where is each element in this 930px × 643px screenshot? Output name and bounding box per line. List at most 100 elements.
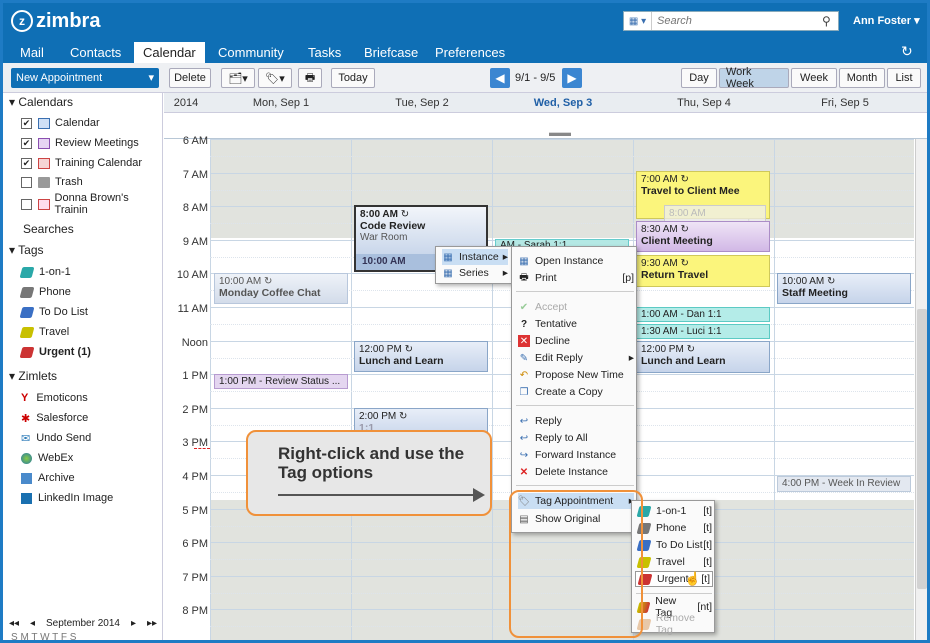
zimlet-linkedin-image[interactable]: LinkedIn Image	[21, 490, 113, 506]
user-menu[interactable]: Ann Foster ▾	[853, 14, 920, 27]
zimlet-undo-send[interactable]: ✉ Undo Send	[21, 430, 91, 446]
sidebar-item-trash[interactable]: Trash	[21, 174, 83, 190]
prev-year-icon[interactable]: ◂◂	[9, 618, 19, 629]
delete-button[interactable]: Delete	[169, 68, 211, 88]
zimlet-webex[interactable]: WebEx	[21, 450, 73, 466]
menu-item-delete-instance[interactable]: ✕ Delete Instance	[518, 464, 608, 480]
tab-preferences[interactable]: Preferences	[426, 42, 514, 63]
search-icon[interactable]: ⚲	[822, 14, 838, 28]
more-events-indicator[interactable]: ▬▬	[549, 127, 571, 139]
zimlet-label: Archive	[38, 472, 75, 484]
checkbox[interactable]	[21, 198, 32, 210]
event-week-in-review[interactable]: 4:00 PM - Week In Review	[777, 476, 911, 492]
view-work-week-button[interactable]: Work Week	[719, 66, 789, 90]
event-lunch-and-learn-thu[interactable]: 12:00 PM ↻ Lunch and Learn	[636, 341, 770, 373]
print-button[interactable]: 🖶	[298, 68, 322, 88]
event-monday-coffee-chat[interactable]: 10:00 AM ↻ Monday Coffee Chat	[214, 273, 348, 304]
menu-item-decline[interactable]: ✕ Decline	[518, 333, 570, 349]
sidebar-item-calendar[interactable]: ✔ Calendar	[21, 115, 100, 131]
search-box[interactable]: ▦ ▾ ⚲	[623, 11, 839, 31]
event-return-travel[interactable]: 9:30 AM ↻ Return Travel	[636, 255, 770, 287]
sidebar-item-review-meetings[interactable]: ✔ Review Meetings	[21, 135, 139, 151]
sidebar-item-shared-calendar[interactable]: Donna Brown's Trainin	[21, 192, 162, 216]
zimlet-emoticons[interactable]: Y Emoticons	[21, 390, 88, 406]
tab-tasks[interactable]: Tasks	[299, 42, 350, 63]
event-staff-meeting[interactable]: 10:00 AM ↻ Staff Meeting	[777, 273, 911, 304]
view-day-button[interactable]: Day	[681, 68, 717, 88]
tab-contacts[interactable]: Contacts	[61, 42, 130, 63]
menu-item-tentative[interactable]: ? Tentative	[518, 316, 577, 332]
calendar-scrollbar[interactable]	[915, 139, 927, 640]
tab-calendar[interactable]: Calendar	[134, 42, 205, 63]
day-header-wed[interactable]: Wed, Sep 3	[493, 97, 633, 109]
tag-menu-item-urgent[interactable]: Urgent ☝ [t]	[635, 571, 713, 587]
menu-item-instance[interactable]: ▦ Instance ▸	[442, 249, 508, 265]
new-appointment-button[interactable]: New Appointment ▾	[11, 68, 159, 88]
search-input[interactable]	[652, 15, 822, 27]
tag-menu-item-phone[interactable]: Phone [t]	[636, 520, 712, 536]
event-review-status[interactable]: 1:00 PM - Review Status ...	[214, 374, 348, 389]
checkbox[interactable]: ✔	[21, 117, 32, 129]
refresh-icon[interactable]: ↻	[901, 43, 913, 60]
sidebar-tag-phone[interactable]: Phone	[19, 284, 71, 300]
view-list-button[interactable]: List	[887, 68, 921, 88]
sidebar-tag-urgent[interactable]: Urgent (1)	[19, 344, 91, 360]
chevron-down-icon[interactable]: ▾	[148, 71, 154, 84]
menu-item-accept[interactable]: ✔ Accept	[518, 299, 567, 315]
tab-mail[interactable]: Mail	[11, 42, 53, 63]
menu-item-propose-new-time[interactable]: ↶ Propose New Time	[518, 367, 624, 383]
zimlet-archive[interactable]: Archive	[21, 470, 75, 486]
next-week-button[interactable]: ▶	[562, 68, 582, 88]
menu-item-open-instance[interactable]: ▦ Open Instance	[518, 253, 603, 269]
tag-menu-item-remove-tag[interactable]: Remove Tag	[636, 612, 714, 636]
prev-month-icon[interactable]: ◂	[30, 618, 35, 629]
previous-week-button[interactable]: ◀	[490, 68, 510, 88]
scrollbar-thumb[interactable]	[917, 309, 927, 589]
zimlets-header[interactable]: ▾ Zimlets	[9, 369, 57, 383]
view-month-button[interactable]: Month	[839, 68, 885, 88]
tab-briefcase[interactable]: Briefcase	[355, 42, 427, 63]
checkbox[interactable]: ✔	[21, 137, 32, 149]
menu-item-label: Instance	[459, 251, 499, 263]
searches-header[interactable]: Searches	[23, 222, 74, 236]
next-month-icon[interactable]: ▸	[131, 618, 136, 629]
zimbra-logo[interactable]: z zimbra	[11, 10, 100, 32]
checkbox[interactable]: ✔	[21, 157, 32, 169]
menu-item-series[interactable]: ▦ Series ▸	[442, 265, 508, 281]
next-year-icon[interactable]: ▸▸	[147, 618, 157, 629]
day-header-thu[interactable]: Thu, Sep 4	[634, 97, 774, 109]
tag-menu-item-to-do-list[interactable]: To Do List [t]	[636, 537, 712, 553]
calendar-search-type-icon[interactable]: ▦ ▾	[624, 12, 652, 30]
tags-header[interactable]: ▾ Tags	[9, 243, 44, 257]
sidebar-tag-1-on-1[interactable]: 1-on-1	[19, 264, 71, 280]
checkbox[interactable]	[21, 176, 32, 188]
sidebar-tag-to-do-list[interactable]: To Do List	[19, 304, 88, 320]
day-header-fri[interactable]: Fri, Sep 5	[775, 97, 915, 109]
day-header-tue[interactable]: Tue, Sep 2	[352, 97, 492, 109]
calendars-header[interactable]: ▾ Calendars	[9, 95, 73, 109]
tag-button[interactable]: 🏷▾	[258, 68, 292, 88]
menu-item-reply[interactable]: ↩ Reply	[518, 413, 562, 429]
event-client-meeting[interactable]: 8:30 AM ↻ Client Meeting	[636, 221, 770, 252]
sidebar-item-training-calendar[interactable]: ✔ Training Calendar	[21, 155, 142, 171]
tag-menu-item-travel[interactable]: Travel [t]	[636, 554, 712, 570]
event-luci[interactable]: 1:30 AM - Luci 1:1	[636, 324, 770, 339]
menu-item-forward-instance[interactable]: ↪ Forward Instance	[518, 447, 616, 463]
sidebar-tag-travel[interactable]: Travel	[19, 324, 69, 340]
tab-community[interactable]: Community	[209, 42, 293, 63]
menu-item-label: 1-on-1	[656, 505, 687, 517]
menu-item-print[interactable]: 🖶 Print [p]	[518, 270, 634, 286]
view-week-button[interactable]: Week	[791, 68, 837, 88]
zimlet-salesforce[interactable]: ✱ Salesforce	[21, 410, 88, 426]
move-button[interactable]: 🗂▾	[221, 68, 255, 88]
menu-item-reply-all[interactable]: ↩ Reply to All	[518, 430, 588, 446]
event-dan[interactable]: 1:00 AM - Dan 1:1	[636, 307, 770, 322]
tag-menu-item-1-on-1[interactable]: 1-on-1 [t]	[636, 503, 712, 519]
menu-item-edit-reply[interactable]: ✎ Edit Reply ▸	[518, 350, 634, 366]
event-lunch-and-learn-tue[interactable]: 12:00 PM ↻ Lunch and Learn	[354, 341, 488, 372]
menu-item-create-copy[interactable]: ❐ Create a Copy	[518, 384, 603, 400]
zimlet-label: WebEx	[38, 452, 74, 464]
day-header-mon[interactable]: Mon, Sep 1	[211, 97, 351, 109]
all-day-row[interactable]: ▬▬	[164, 113, 927, 139]
today-button[interactable]: Today	[331, 68, 375, 88]
